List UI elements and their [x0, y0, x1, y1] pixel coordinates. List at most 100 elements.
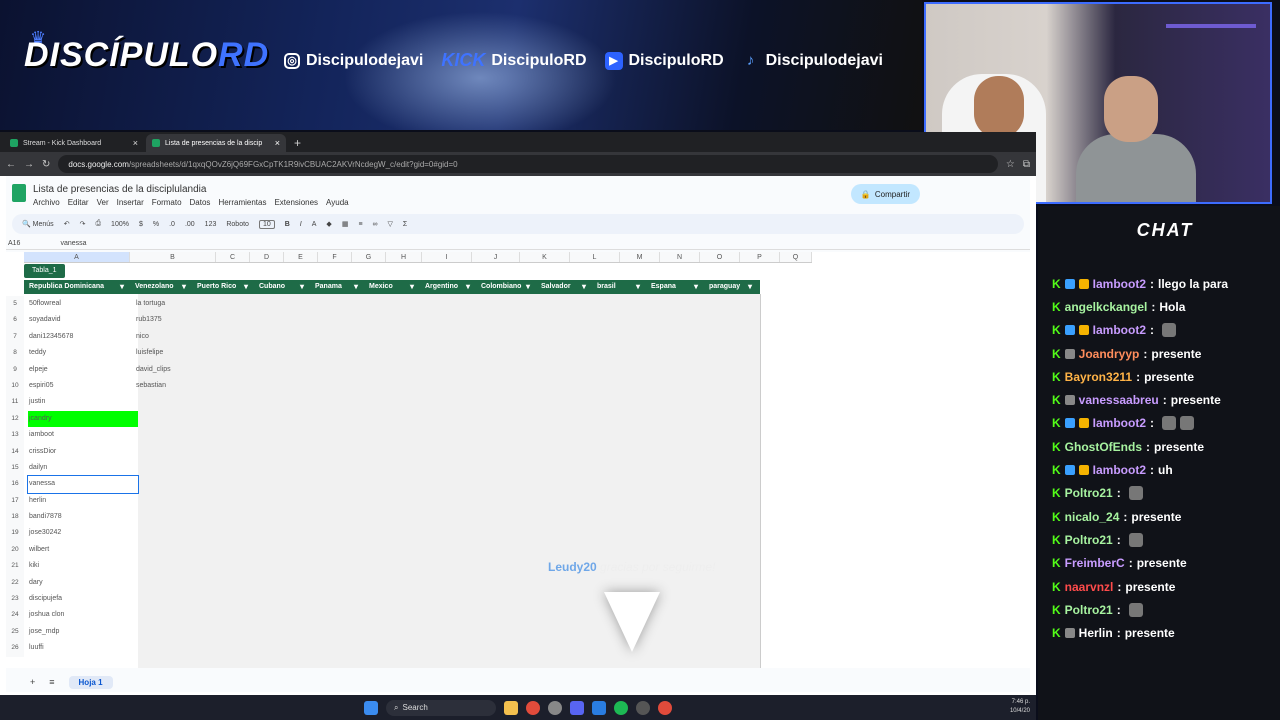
row-number[interactable]: 24 — [6, 607, 24, 624]
column-header[interactable]: I — [422, 252, 472, 262]
table-name-chip[interactable]: Tabla_1 — [24, 264, 65, 278]
cell-a[interactable]: elpeje — [28, 362, 138, 378]
menu-ver[interactable]: Ver — [97, 198, 109, 207]
folder-icon[interactable] — [504, 700, 518, 715]
add-sheet-icon[interactable]: + — [30, 677, 35, 687]
cell-a[interactable]: espiri05 — [28, 378, 138, 394]
cell-b[interactable]: sebastian — [136, 378, 216, 394]
app-icon[interactable] — [592, 700, 606, 715]
cell-b[interactable]: rub1375 — [136, 312, 216, 328]
sheet-tab-hoja1[interactable]: Hoja 1 — [68, 675, 113, 689]
row-number[interactable]: 22 — [6, 574, 24, 592]
forward-icon[interactable]: → — [24, 159, 34, 170]
bold-button[interactable]: B — [285, 221, 290, 228]
tab-spreadsheet[interactable]: Lista de presencias de la discip × — [146, 134, 286, 152]
column-header[interactable]: G — [352, 252, 386, 262]
name-box[interactable]: A16 — [8, 240, 20, 247]
column-header[interactable]: M — [620, 252, 660, 262]
chat-username[interactable]: GhostOfEnds — [1065, 440, 1142, 454]
cell-b[interactable]: nico — [136, 329, 216, 345]
close-icon[interactable]: × — [133, 138, 138, 148]
cell-a[interactable]: jose_mdp — [28, 624, 138, 640]
table-header-cell[interactable]: Colombiano — [476, 280, 536, 294]
row-number[interactable]: 21 — [6, 558, 24, 575]
menu-extensiones[interactable]: Extensiones — [274, 198, 318, 207]
chat-username[interactable]: Iamboot2 — [1093, 416, 1146, 430]
column-header[interactable]: Q — [780, 252, 812, 262]
number-format-button[interactable]: 123 — [205, 221, 217, 228]
column-header[interactable]: F — [318, 252, 352, 262]
fill-color-icon[interactable]: ◆ — [326, 220, 331, 228]
column-header[interactable]: N — [660, 252, 700, 262]
column-header[interactable]: P — [740, 252, 780, 262]
row-number[interactable]: 25 — [6, 623, 24, 641]
table-header-cell[interactable]: Argentino — [420, 280, 476, 294]
close-icon[interactable]: × — [275, 138, 280, 148]
url-field[interactable]: docs.google.com/spreadsheets/d/1qxqQOvZ6… — [58, 155, 998, 173]
search-menus[interactable]: 🔍 Menús — [22, 220, 54, 228]
borders-icon[interactable]: ▦ — [342, 220, 349, 228]
cell-a[interactable]: dary — [28, 575, 138, 591]
link-icon[interactable]: ∞ — [373, 221, 378, 228]
row-number[interactable]: 12 — [6, 410, 24, 428]
print-icon[interactable]: ⎙ — [95, 220, 101, 228]
chat-username[interactable]: Poltro21 — [1065, 603, 1113, 617]
row-number[interactable]: 10 — [6, 377, 24, 395]
tab-kick-dashboard[interactable]: Stream - Kick Dashboard × — [4, 134, 144, 152]
menu-insertar[interactable]: Insertar — [117, 198, 144, 207]
increase-decimal-button[interactable]: .00 — [185, 221, 195, 228]
chat-username[interactable]: Poltro21 — [1065, 533, 1113, 547]
table-header-cell[interactable]: paraguay — [704, 280, 758, 294]
row-number[interactable]: 7 — [6, 328, 24, 346]
column-header[interactable]: H — [386, 252, 422, 262]
column-header[interactable]: B — [130, 252, 216, 262]
back-icon[interactable]: ← — [6, 159, 16, 170]
column-header[interactable]: K — [520, 252, 570, 262]
cell-a[interactable]: jcandry — [28, 410, 138, 428]
cell-a[interactable]: justin — [28, 394, 138, 410]
row-number[interactable]: 19 — [6, 525, 24, 542]
column-header[interactable]: E — [284, 252, 318, 262]
chat-username[interactable]: Joandryyp — [1079, 347, 1140, 361]
cell-a[interactable]: crissDior — [28, 444, 138, 460]
table-header-cell[interactable]: Salvador — [536, 280, 592, 294]
chat-username[interactable]: vanessaabreu — [1079, 393, 1159, 407]
star-icon[interactable]: ☆ — [1006, 159, 1015, 170]
menu-ayuda[interactable]: Ayuda — [326, 198, 349, 207]
taskbar-search[interactable]: ⌕ Search — [386, 699, 496, 716]
row-number[interactable]: 9 — [6, 361, 24, 378]
decrease-decimal-button[interactable]: .0 — [169, 221, 175, 228]
row-number[interactable]: 5 — [6, 296, 24, 313]
menu-editar[interactable]: Editar — [68, 198, 89, 207]
row-number[interactable]: 11 — [6, 394, 24, 411]
settings-icon[interactable] — [548, 700, 562, 715]
row-number[interactable]: 20 — [6, 541, 24, 559]
table-header-cell[interactable]: Venezolano — [130, 280, 192, 294]
row-number[interactable]: 17 — [6, 492, 24, 510]
chat-username[interactable]: nicalo_24 — [1065, 510, 1120, 524]
zoom-select[interactable]: 100% — [111, 221, 129, 228]
redo-icon[interactable]: ↷ — [80, 220, 86, 228]
column-header[interactable]: C — [216, 252, 250, 262]
row-number[interactable]: 13 — [6, 427, 24, 444]
row-number[interactable]: 8 — [6, 345, 24, 362]
cell-a[interactable]: wilbert — [28, 542, 138, 558]
cell-a[interactable]: iamboot — [28, 427, 138, 443]
column-header[interactable]: L — [570, 252, 620, 262]
cell-a[interactable]: discipujefa — [28, 591, 138, 607]
spotify-icon[interactable] — [614, 700, 628, 715]
filter-icon[interactable]: ▽ — [388, 220, 393, 228]
cell-a[interactable]: vanessa — [27, 475, 139, 494]
table-header-cell[interactable]: Panama — [310, 280, 364, 294]
functions-icon[interactable]: Σ — [403, 221, 407, 228]
table-header-cell[interactable]: brasil — [592, 280, 646, 294]
reload-icon[interactable]: ↻ — [42, 159, 50, 170]
cell-a[interactable]: dani12345678 — [28, 329, 138, 345]
cell-a[interactable]: bandi7878 — [28, 509, 138, 525]
windows-start-icon[interactable] — [364, 700, 378, 715]
cell-a[interactable]: joshua clon — [28, 607, 138, 623]
cell-b[interactable]: luisfelipe — [136, 345, 216, 361]
table-header-cell[interactable]: Puerto Rico — [192, 280, 254, 294]
row-number[interactable]: 16 — [6, 476, 24, 493]
extensions-icon[interactable]: ⧉ — [1023, 159, 1030, 170]
